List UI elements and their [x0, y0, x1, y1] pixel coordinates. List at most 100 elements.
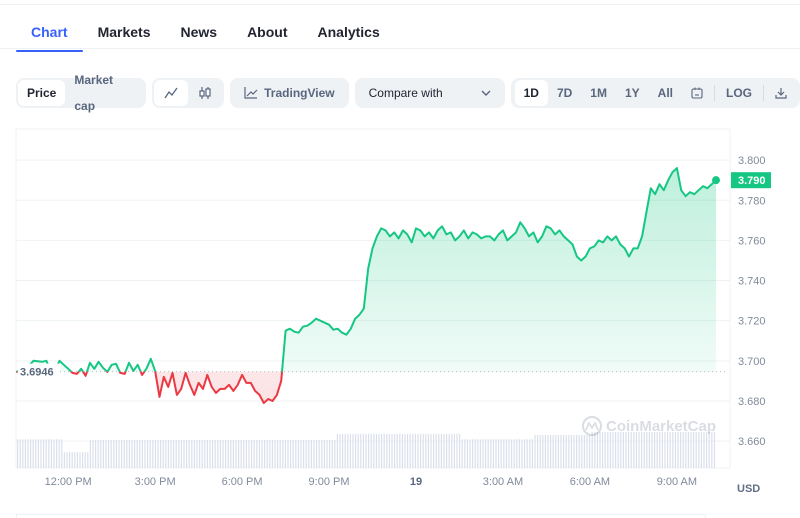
- volume-bar: [339, 433, 341, 468]
- volume-bar: [362, 433, 364, 468]
- volume-bar: [518, 439, 520, 468]
- volume-bar: [568, 434, 570, 468]
- volume-bar: [401, 433, 403, 468]
- volume-bar: [113, 439, 115, 468]
- volume-bar: [326, 439, 328, 468]
- volume-bar: [508, 439, 510, 468]
- volume-bar: [227, 439, 229, 468]
- volume-bar: [334, 439, 336, 468]
- volume-bar: [672, 432, 674, 468]
- volume-bar: [336, 433, 338, 468]
- currency-label: USD: [737, 483, 761, 495]
- volume-bar: [693, 432, 695, 468]
- volume-bar: [612, 432, 614, 468]
- chart-svg[interactable]: CoinMarketCap 3.800 3.780 3.760 3.740 3.720 3…: [0, 0, 800, 518]
- volume-bar: [698, 432, 700, 468]
- volume-bar: [368, 433, 370, 468]
- volume-bar: [661, 432, 663, 468]
- volume-bar: [498, 439, 500, 468]
- volume-bar: [170, 439, 172, 468]
- volume-bar: [219, 439, 221, 468]
- volume-bar: [414, 433, 416, 468]
- price-chart[interactable]: CoinMarketCap 3.800 3.780 3.760 3.740 3.720 3…: [0, 0, 800, 518]
- volume-bar: [115, 439, 117, 468]
- volume-bar: [607, 432, 609, 468]
- volume-bar: [264, 439, 266, 468]
- volume-bar: [521, 439, 523, 468]
- volume-bar: [453, 433, 455, 468]
- volume-bar: [477, 439, 479, 468]
- volume-bar: [651, 432, 653, 468]
- volume-bar: [279, 439, 281, 468]
- volume-bar: [48, 439, 50, 468]
- volume-bar: [297, 439, 299, 468]
- volume-bar: [154, 439, 156, 468]
- volume-bar: [529, 439, 531, 468]
- volume-bar: [422, 433, 424, 468]
- y-tick-label: 3.660: [738, 436, 766, 448]
- volume-bar: [37, 439, 39, 468]
- volume-bar: [646, 432, 648, 468]
- volume-bar: [173, 439, 175, 468]
- volume-bar: [97, 439, 99, 468]
- volume-bar: [121, 439, 123, 468]
- volume-bar: [318, 439, 320, 468]
- volume-bar: [316, 439, 318, 468]
- volume-bar: [24, 439, 26, 468]
- volume-bar: [102, 439, 104, 468]
- volume-bar: [360, 433, 362, 468]
- volume-bar: [604, 432, 606, 468]
- volume-bar: [511, 439, 513, 468]
- volume-bar: [370, 433, 372, 468]
- volume-bar: [238, 439, 240, 468]
- volume-bar: [695, 432, 697, 468]
- volume-bar: [544, 434, 546, 468]
- volume-bar: [271, 439, 273, 468]
- volume-bar: [682, 432, 684, 468]
- volume-bar: [305, 439, 307, 468]
- volume-bar: [365, 433, 367, 468]
- volume-bar: [547, 434, 549, 468]
- x-tick-label: 9:00 PM: [309, 476, 350, 488]
- volume-bar: [245, 439, 247, 468]
- volume-bar: [61, 439, 63, 468]
- volume-bar: [659, 432, 661, 468]
- volume-bar: [349, 433, 351, 468]
- volume-bar: [22, 439, 24, 468]
- volume-bar: [539, 434, 541, 468]
- volume-bar: [253, 439, 255, 468]
- volume-bar: [490, 439, 492, 468]
- volume-bar: [321, 439, 323, 468]
- volume-bar: [461, 439, 463, 468]
- volume-bar: [191, 439, 193, 468]
- volume-bar: [386, 433, 388, 468]
- volume-bar: [565, 434, 567, 468]
- y-tick-label: 3.780: [738, 195, 766, 207]
- volume-bar: [136, 439, 138, 468]
- volume-bar: [258, 439, 260, 468]
- volume-bar: [209, 439, 211, 468]
- volume-bar: [139, 439, 141, 468]
- volume-bar: [654, 432, 656, 468]
- volume-bar: [591, 432, 593, 468]
- volume-bar: [323, 439, 325, 468]
- volume-bar: [630, 432, 632, 468]
- volume-bar: [355, 433, 357, 468]
- volume-bar: [329, 439, 331, 468]
- volume-bar: [440, 433, 442, 468]
- volume-bar: [261, 439, 263, 468]
- volume-bar: [388, 433, 390, 468]
- volume-bar: [615, 432, 617, 468]
- volume-bar: [225, 439, 227, 468]
- volume-bar: [108, 439, 110, 468]
- volume-bar: [373, 433, 375, 468]
- volume-bar: [500, 439, 502, 468]
- volume-bar: [157, 439, 159, 468]
- volume-bar: [677, 432, 679, 468]
- volume-bar: [394, 433, 396, 468]
- volume-bar: [123, 439, 125, 468]
- x-tick-label: 9:00 AM: [657, 476, 697, 488]
- volume-bar: [552, 434, 554, 468]
- volume-bar: [638, 432, 640, 468]
- volume-bar: [407, 433, 409, 468]
